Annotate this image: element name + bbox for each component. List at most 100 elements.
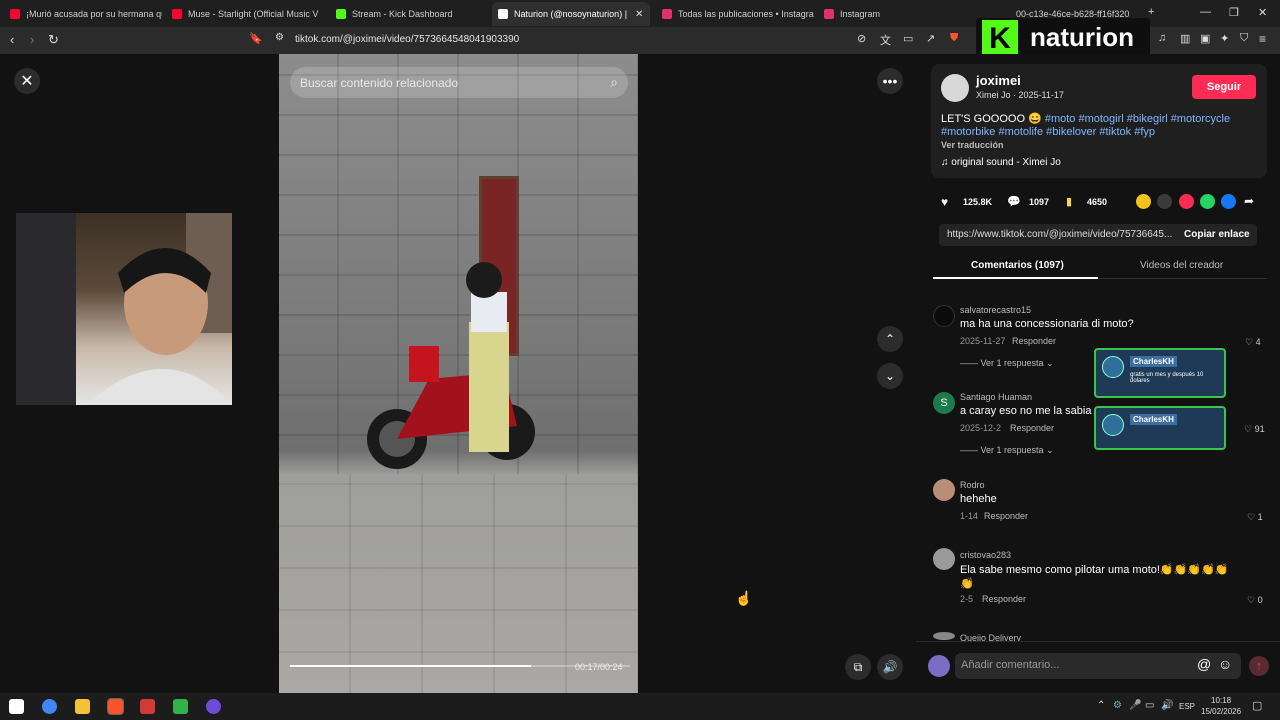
network-icon[interactable]: ▭: [1145, 700, 1154, 711]
comment-icon[interactable]: 💬: [1007, 195, 1021, 208]
app-icon[interactable]: [140, 699, 155, 714]
related-search-input[interactable]: Buscar contenido relacionado ⌕: [290, 67, 628, 98]
music-icon[interactable]: ♫: [1158, 32, 1166, 44]
embed-icon[interactable]: [1157, 194, 1172, 209]
hashtags-line-2[interactable]: #motorbike #motolife #bikelover #tiktok …: [941, 126, 1155, 138]
more-share-icon[interactable]: ➦: [1244, 194, 1254, 208]
chat-message: gratis un mes y después 10 dolares: [1130, 372, 1204, 384]
maximize-icon[interactable]: ❐: [1229, 6, 1239, 19]
like-icon[interactable]: ♥: [941, 195, 948, 209]
tray-app-icon[interactable]: ⚙: [1113, 700, 1122, 711]
share-page-icon[interactable]: ↗: [926, 32, 935, 45]
leo-icon[interactable]: ✦: [1220, 32, 1229, 45]
comment-username[interactable]: salvatorecastro15: [960, 305, 1031, 315]
file-explorer-icon[interactable]: [75, 699, 90, 714]
translate-link[interactable]: Ver traducción: [941, 140, 1004, 150]
hashtags-line-1[interactable]: #moto #motogirl #bikegirl #motorcycle: [1045, 113, 1230, 125]
volume-button[interactable]: 🔊: [877, 654, 903, 680]
send-comment-button[interactable]: ↑: [1249, 656, 1269, 676]
tab-youtube-1[interactable]: ¡Murió acusada por su hermana que: [4, 2, 162, 26]
previous-video-button[interactable]: ⌃: [877, 326, 903, 352]
mention-icon[interactable]: @: [1197, 656, 1211, 672]
comment-placeholder: Añadir comentario...: [961, 659, 1060, 671]
pip-button[interactable]: ⧉: [845, 654, 871, 680]
copy-link-button[interactable]: Copiar enlace: [1184, 229, 1250, 240]
reply-button[interactable]: Responder: [1012, 336, 1056, 346]
sound-row[interactable]: ♫ original sound - Ximei Jo: [941, 157, 1061, 168]
comment-avatar[interactable]: S: [933, 392, 955, 414]
comment-avatar[interactable]: [933, 548, 955, 570]
comment-like[interactable]: ♡ 1: [1247, 512, 1263, 523]
reply-button[interactable]: Responder: [984, 511, 1028, 521]
video-player[interactable]: [279, 54, 638, 693]
tab-kick[interactable]: Stream - Kick Dashboard: [330, 2, 488, 26]
tab-creator-videos[interactable]: Videos del creador: [1140, 260, 1223, 271]
comment-avatar[interactable]: [933, 305, 955, 327]
instagram-icon: [662, 9, 672, 19]
comment-text: hehehe: [960, 493, 997, 505]
tab-comments[interactable]: Comentarios (1097): [971, 260, 1064, 271]
bookmark-icon[interactable]: 🔖: [249, 32, 263, 45]
repost-icon[interactable]: [1136, 194, 1151, 209]
tray-chevron-icon[interactable]: ⌃: [1097, 700, 1105, 711]
divider: ——: [960, 445, 981, 455]
wallet-icon[interactable]: ▣: [1200, 32, 1210, 45]
video-link[interactable]: https://www.tiktok.com/@joximei/video/75…: [947, 229, 1172, 240]
comment-username[interactable]: cristovao283: [960, 550, 1011, 560]
comment-like[interactable]: ♡ 4: [1245, 337, 1261, 348]
tab-tiktok[interactable]: Naturion (@nosoynaturion) | ✕: [492, 2, 650, 26]
facebook-icon[interactable]: [1221, 194, 1236, 209]
more-options-button[interactable]: •••: [877, 68, 903, 94]
url-field[interactable]: tiktok.com/@joximei/video/75736645480419…: [295, 34, 519, 45]
send-to-friend-icon[interactable]: [1179, 194, 1194, 209]
minimize-icon[interactable]: —: [1200, 6, 1211, 18]
next-video-button[interactable]: ⌄: [877, 363, 903, 389]
tab-youtube-2[interactable]: Muse - Starlight (Official Music V: [166, 2, 324, 26]
view-replies-button[interactable]: —— Ver 1 respuesta ⌄: [960, 445, 1054, 456]
windows-start-icon[interactable]: [9, 699, 24, 714]
brave-icon[interactable]: [107, 698, 124, 715]
whatsapp-icon[interactable]: [1200, 194, 1215, 209]
reply-button[interactable]: Responder: [982, 594, 1026, 604]
creator-avatar[interactable]: [941, 74, 969, 102]
comment-like[interactable]: ♡ 0: [1247, 595, 1263, 606]
comment-username[interactable]: Rodro: [960, 480, 985, 490]
search-icon[interactable]: ⌕: [610, 74, 618, 91]
view-replies-button[interactable]: —— Ver 1 respuesta ⌄: [960, 358, 1054, 369]
chrome-icon[interactable]: [42, 699, 57, 714]
tab-instagram-1[interactable]: Todas las publicaciones • Instagram: [656, 2, 814, 26]
reply-button[interactable]: Responder: [1010, 423, 1054, 433]
comment-avatar[interactable]: [933, 632, 955, 640]
clock-date[interactable]: 15/02/2026: [1201, 707, 1241, 716]
comment-username[interactable]: Santiago Huaman: [960, 392, 1032, 402]
menu-icon[interactable]: ≡: [1259, 32, 1266, 46]
app-icon-2[interactable]: [173, 699, 188, 714]
tab-instagram-2[interactable]: Instagram: [818, 2, 958, 26]
new-tab-icon[interactable]: +: [1148, 6, 1154, 18]
creator-username[interactable]: joximei: [976, 73, 1021, 88]
extension-icon[interactable]: ⊘: [857, 32, 866, 45]
follow-button[interactable]: Seguir: [1192, 75, 1256, 99]
close-tab-icon[interactable]: ✕: [635, 9, 643, 20]
reload-icon[interactable]: ↻: [48, 32, 59, 48]
bookmark-save-icon[interactable]: ▮: [1066, 195, 1072, 208]
close-video-button[interactable]: ✕: [14, 68, 40, 94]
emoji-icon[interactable]: ☺: [1218, 656, 1232, 672]
close-window-icon[interactable]: ✕: [1258, 6, 1267, 19]
translate-icon[interactable]: 文: [880, 32, 891, 48]
comment-avatar[interactable]: [933, 479, 955, 501]
site-info-icon[interactable]: ⚙: [275, 32, 284, 43]
vpn-icon[interactable]: ⛉: [1240, 32, 1248, 45]
sidebar-icon[interactable]: ▥: [1180, 32, 1190, 45]
speaker-icon[interactable]: 🔊: [1161, 700, 1173, 711]
notification-icon[interactable]: ▢: [1252, 699, 1262, 712]
brave-shield-icon[interactable]: ⛊: [950, 32, 958, 45]
forward-icon[interactable]: ›: [30, 32, 34, 47]
back-icon[interactable]: ‹: [10, 32, 14, 47]
comment-like[interactable]: ♡ 91: [1244, 424, 1265, 435]
obs-icon[interactable]: [206, 699, 221, 714]
microphone-icon[interactable]: 🎤: [1129, 700, 1141, 711]
language-indicator[interactable]: ESP: [1179, 702, 1195, 711]
clock-time[interactable]: 10:18: [1211, 696, 1231, 705]
cast-icon[interactable]: ▭: [903, 32, 913, 45]
